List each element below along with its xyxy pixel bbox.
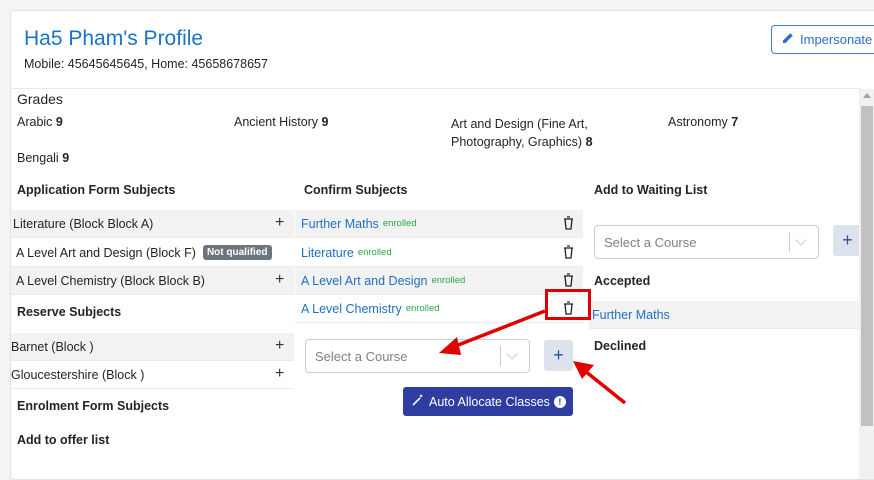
scrollbar[interactable] bbox=[859, 89, 874, 479]
subject-link[interactable]: A Level Art and Design bbox=[301, 274, 427, 288]
application-subject-row[interactable]: Literature (Block Block A) + bbox=[11, 210, 294, 238]
application-subject-row[interactable]: A Level Art and Design (Block F) Not qua… bbox=[11, 239, 294, 267]
subject-link[interactable]: Literature bbox=[301, 246, 354, 260]
add-icon[interactable]: + bbox=[275, 366, 284, 382]
enrolled-status: enrolled bbox=[357, 247, 392, 258]
highlight-box bbox=[545, 289, 591, 320]
application-form-heading: Application Form Subjects bbox=[17, 183, 176, 197]
confirmed-subject-row: A Level Chemistry enrolled bbox=[295, 295, 583, 323]
pencil-icon bbox=[781, 32, 794, 48]
enrolled-status: enrolled bbox=[431, 275, 466, 286]
accepted-heading: Accepted bbox=[594, 274, 651, 288]
trash-icon[interactable] bbox=[563, 245, 574, 262]
waiting-list-heading: Add to Waiting List bbox=[594, 183, 708, 197]
waiting-course-select[interactable]: Select a Course bbox=[594, 225, 819, 259]
grade-item: Ancient History 9 bbox=[234, 115, 329, 129]
confirm-subjects-heading: Confirm Subjects bbox=[304, 183, 408, 197]
confirm-add-button[interactable]: + bbox=[544, 340, 573, 371]
select-placeholder: Select a Course bbox=[315, 348, 408, 364]
profile-panel: Ha5 Pham's Profile Mobile: 45645645645, … bbox=[10, 10, 874, 480]
confirm-course-select[interactable]: Select a Course bbox=[305, 339, 530, 373]
enrolled-status: enrolled bbox=[382, 218, 417, 229]
header-divider bbox=[11, 88, 861, 89]
page-title: Ha5 Pham's Profile bbox=[24, 27, 204, 50]
subject-label: A Level Chemistry (Block Block B) bbox=[16, 273, 205, 288]
subject-label: Literature (Block Block A) bbox=[13, 216, 154, 231]
subject-link[interactable]: A Level Chemistry bbox=[301, 302, 402, 316]
auto-allocate-label: Auto Allocate Classes bbox=[429, 394, 550, 409]
application-subject-row[interactable]: A Level Chemistry (Block Block B) + bbox=[11, 267, 294, 295]
offer-list-heading: Add to offer list bbox=[17, 433, 110, 447]
impersonate-button[interactable]: Impersonate bbox=[771, 25, 874, 54]
grade-item: Arabic 9 bbox=[17, 115, 63, 129]
select-placeholder: Select a Course bbox=[604, 234, 697, 250]
add-icon[interactable]: + bbox=[275, 272, 284, 288]
reserve-heading: Reserve Subjects bbox=[17, 305, 122, 319]
waiting-add-button[interactable]: + bbox=[833, 225, 862, 256]
subject-label: Barnet (Block ) bbox=[11, 339, 94, 354]
trash-icon[interactable] bbox=[563, 216, 574, 233]
scroll-thumb[interactable] bbox=[861, 106, 873, 426]
magic-wand-icon bbox=[411, 393, 425, 410]
scroll-up-arrow[interactable] bbox=[863, 93, 871, 98]
chevron-down-icon bbox=[795, 234, 807, 246]
add-icon[interactable]: + bbox=[275, 215, 284, 231]
trash-icon[interactable] bbox=[563, 273, 574, 290]
select-separator bbox=[500, 346, 501, 366]
grade-item: Astronomy 7 bbox=[668, 115, 739, 129]
subject-link[interactable]: Further Maths bbox=[301, 217, 379, 231]
confirmed-subject-row: Literature enrolled bbox=[295, 239, 583, 267]
enrolled-status: enrolled bbox=[405, 303, 440, 314]
impersonate-label: Impersonate bbox=[800, 32, 873, 47]
confirmed-subject-row: Further Maths enrolled bbox=[295, 210, 583, 238]
grade-item: Art and Design (Fine Art, Photography, G… bbox=[451, 117, 593, 149]
subject-label: A Level Art and Design (Block F) bbox=[16, 245, 196, 260]
subject-label: Gloucestershire (Block ) bbox=[11, 367, 145, 382]
select-separator bbox=[789, 232, 790, 252]
contact-info: Mobile: 45645645645, Home: 45658678657 bbox=[24, 57, 268, 71]
add-icon[interactable]: + bbox=[275, 338, 284, 354]
reserve-subject-row[interactable]: Barnet (Block ) + bbox=[11, 333, 294, 361]
chevron-down-icon bbox=[506, 348, 518, 360]
confirmed-subject-row: A Level Art and Design enrolled bbox=[295, 267, 583, 295]
reserve-subject-row[interactable]: Gloucestershire (Block ) + bbox=[11, 361, 294, 389]
info-icon: ! bbox=[553, 395, 566, 408]
enrolment-form-heading: Enrolment Form Subjects bbox=[17, 399, 170, 413]
grades-heading: Grades bbox=[17, 91, 63, 107]
grade-item: Bengali 9 bbox=[17, 151, 70, 165]
accepted-row: Further Maths bbox=[589, 301, 861, 329]
auto-allocate-button[interactable]: Auto Allocate Classes ! bbox=[403, 387, 573, 416]
declined-heading: Declined bbox=[594, 339, 647, 353]
subject-link[interactable]: Further Maths bbox=[592, 308, 670, 322]
not-qualified-badge: Not qualified bbox=[202, 245, 272, 260]
